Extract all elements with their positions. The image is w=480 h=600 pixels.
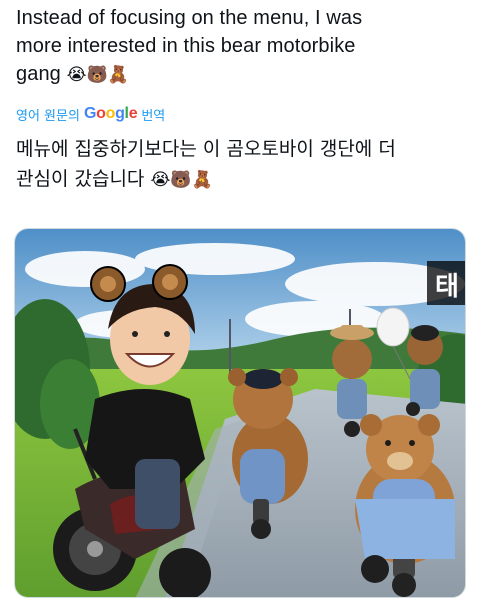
post-line-1: Instead of focusing on the menu, I was [16, 7, 363, 29]
tweet-text: Instead of focusing on the menu, I was m… [16, 4, 468, 89]
translated-line-1: 메뉴에 집중하기보다는 이 곰오토바이 갱단에 더 [16, 138, 396, 160]
media-image[interactable]: 태 [14, 228, 466, 598]
crying-bear-teddy-emojis: 😭🐻🧸 [66, 65, 130, 85]
google-letter-g: G [83, 105, 97, 122]
translated-emojis: 😭🐻🧸 [150, 170, 213, 190]
translate-prefix: 영어 원문의 [16, 108, 80, 124]
bear-motorbike-gang-illustration: 태 [15, 229, 465, 597]
google-letter-g2: g [115, 105, 125, 122]
translated-text: 메뉴에 집중하기보다는 이 곰오토바이 갱단에 더 관심이 갔습니다 😭🐻🧸 [16, 134, 466, 195]
translate-link[interactable]: 영어 원문의 Google 번역 [16, 104, 165, 124]
translated-line-2-text: 관심이 갔습니다 [16, 168, 145, 190]
post-line-3-text: gang [16, 63, 61, 85]
google-letter-o2: o [105, 105, 116, 122]
post-line-2: more interested in this bear motorbike [16, 35, 356, 57]
translated-line-2: 관심이 갔습니다 😭🐻🧸 [16, 164, 466, 195]
corner-caption: 태 [435, 272, 459, 302]
google-letter-o1: o [96, 105, 106, 122]
translate-suffix: 번역 [141, 108, 166, 124]
post-line-3: gang 😭🐻🧸 [16, 60, 468, 89]
google-letter-e: e [128, 105, 138, 122]
google-logo: Google [83, 105, 138, 123]
